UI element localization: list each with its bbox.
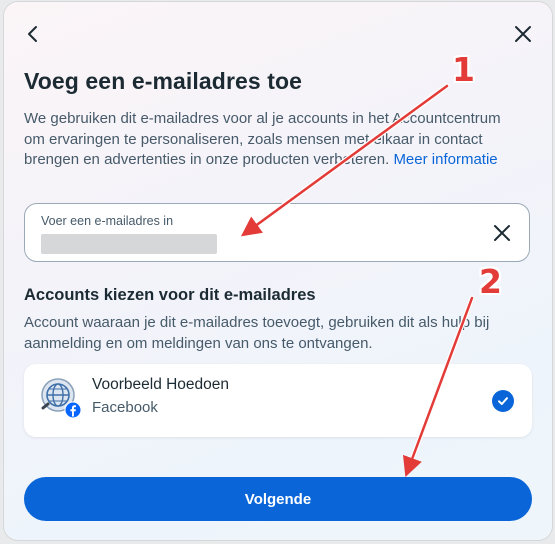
clear-icon (494, 225, 510, 241)
account-selected-checkbox[interactable] (492, 390, 514, 412)
more-info-link[interactable]: Meer informatie (393, 151, 497, 168)
arrow-left-icon (28, 26, 37, 42)
account-name: Voorbeeld Hoedoen (92, 376, 230, 393)
accounts-heading: Accounts kiezen voor dit e-mailadres (24, 286, 316, 304)
close-button[interactable] (509, 20, 537, 48)
email-field-label: Voer een e-mailadres in (41, 214, 174, 228)
annotation-marker-1: 1 (452, 50, 475, 89)
account-platform: Facebook (92, 399, 158, 416)
email-input-value-redacted[interactable] (41, 234, 217, 254)
annotation-marker-2: 2 (479, 262, 502, 301)
clear-input-button[interactable] (491, 222, 513, 244)
account-avatar (40, 377, 82, 419)
accounts-description: Account waaraan je dit e-mailadres toevo… (24, 314, 490, 352)
email-field[interactable]: Voer een e-mailadres in (24, 203, 530, 262)
account-option[interactable]: Voorbeeld Hoedoen Facebook (24, 364, 532, 437)
dialog-title: Voeg een e-mailadres toe (24, 68, 303, 94)
check-icon (498, 397, 508, 405)
close-icon (515, 26, 531, 42)
facebook-icon (64, 401, 82, 419)
back-button[interactable] (19, 20, 47, 48)
next-button[interactable]: Volgende (24, 477, 532, 521)
dialog-description: We gebruiken dit e-mailadres voor al je … (24, 109, 524, 171)
